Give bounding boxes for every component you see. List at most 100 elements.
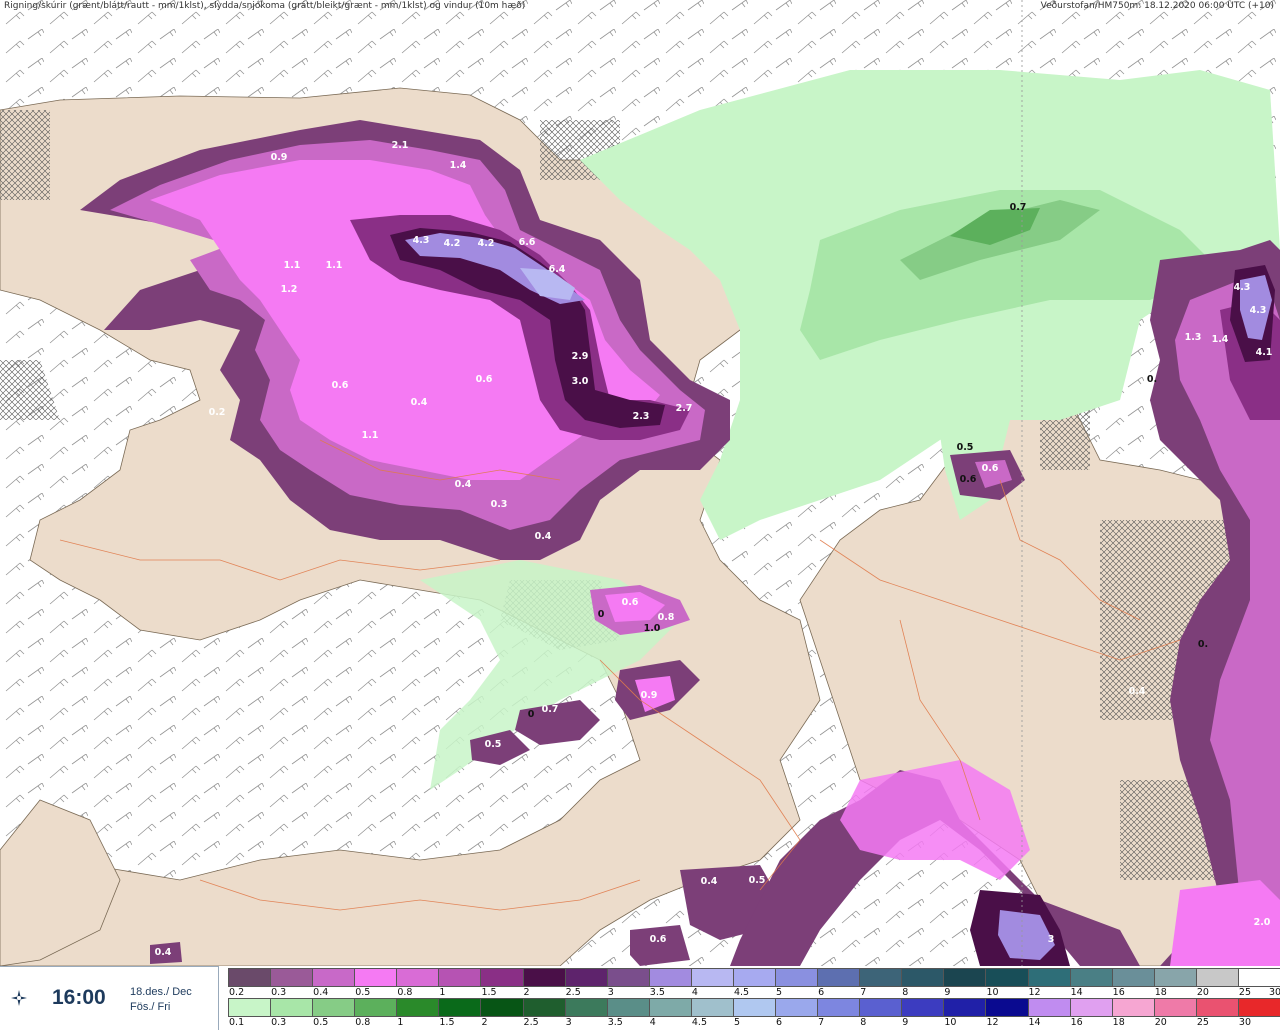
legend-swatch (648, 998, 692, 1017)
precip-value-label: 0.5 (485, 739, 502, 750)
precip-value-label: 4.3 (413, 235, 430, 246)
precip-value-label: 2.9 (572, 351, 589, 362)
compass-icon[interactable] (10, 989, 28, 1007)
legend-tick-label: 30 (1238, 1017, 1251, 1028)
legend-tick-label: 5 (733, 1017, 740, 1028)
precip-value-label: 0.5 (957, 442, 974, 453)
legend-tick-label: 3.5 (607, 1017, 623, 1028)
legend-swatch (396, 998, 440, 1017)
precip-value-label: 0.5 (749, 875, 766, 886)
precip-value-label: 4.1 (1256, 347, 1273, 358)
legend-swatch (1237, 968, 1280, 987)
legend-swatch (270, 998, 314, 1017)
legend-swatch (690, 998, 734, 1017)
time-panel: 16:00 18.des./ Dec Fös./ Fri (0, 966, 219, 1030)
legend-tick-label: 2 (523, 987, 530, 998)
precip-value-label: 0.4 (455, 479, 472, 490)
legend-swatch (522, 998, 566, 1017)
legend-tick-label: 10 (944, 1017, 957, 1028)
legend-tick-label: 0.3 (271, 1017, 287, 1028)
legend-swatch (438, 968, 482, 987)
precip-value-label: 4.3 (1234, 282, 1251, 293)
legend-swatch (564, 998, 608, 1017)
precip-value-label: 0.6 (476, 374, 493, 385)
precip-value-label: 0.6 (982, 463, 999, 474)
precip-value-label: 0.4 (411, 397, 428, 408)
legend-swatch (312, 968, 356, 987)
precip-value-label: 2.1 (392, 140, 409, 151)
legend-tick-label: 25 (1238, 987, 1251, 998)
precip-value-label: 1.4 (1212, 334, 1229, 345)
precip-value-label: 1.4 (450, 160, 467, 171)
precip-value-label: 0.7 (1010, 202, 1027, 213)
precip-value-label: 0.6 (332, 380, 349, 391)
legend-swatch (354, 968, 398, 987)
legend-swatch (648, 968, 692, 987)
precip-value-label: 1.2 (281, 284, 298, 295)
legend-swatch (985, 998, 1029, 1017)
precip-value-label: 2.0 (1254, 917, 1271, 928)
color-legend: 0.2 0.3 0.4 0.5 0.8 1 1.5 2 2.5 3 3.5 4 4.5 5 6 7 8 9 10 12… (228, 966, 1280, 1030)
legend-tick-label: 2.5 (523, 1017, 539, 1028)
legend-tick-label: 9 (902, 1017, 909, 1028)
precip-value-label: 2.3 (633, 411, 650, 422)
legend-tick-label: 6 (776, 1017, 783, 1028)
legend-swatch (775, 998, 819, 1017)
legend-tick-label: 25 (1196, 1017, 1209, 1028)
precip-value-label: 0.2 (209, 407, 226, 418)
legend-tick-label: 1.5 (439, 1017, 455, 1028)
legend-swatch (1111, 968, 1155, 987)
legend-tick-label: 4.5 (691, 1017, 707, 1028)
precip-value-label: 0.4 (155, 947, 172, 958)
precip-value-label: 6.4 (549, 264, 566, 275)
legend-tick-label: 2 (481, 1017, 488, 1028)
legend-swatch (312, 998, 356, 1017)
legend-tick-label: 14 (1028, 1017, 1041, 1028)
legend-swatch (228, 968, 272, 987)
legend-swatch (817, 968, 861, 987)
legend-swatch (480, 968, 524, 987)
legend-tick-label: 7 (860, 987, 867, 998)
legend-swatch (270, 968, 314, 987)
precip-value-label: 1.1 (362, 430, 379, 441)
precip-value-label: 6.6 (519, 237, 536, 248)
legend-tick-label: 16 (1070, 1017, 1083, 1028)
precip-value-label: 0.4 (701, 876, 718, 887)
legend-tick-label: 0.5 (313, 1017, 329, 1028)
precip-value-label: 1.1 (284, 260, 301, 271)
legend-swatch (1153, 998, 1197, 1017)
legend-tick-label: 0.8 (397, 987, 413, 998)
forecast-time: 16:00 (52, 986, 106, 1009)
precip-value-label: 0.4 (535, 531, 552, 542)
legend-tick-label: 3 (565, 1017, 572, 1028)
legend-swatch (438, 998, 482, 1017)
precip-value-label: 4.3 (1250, 305, 1267, 316)
legend-tick-label: 10 (986, 987, 999, 998)
precip-value-label: 0.4 (1129, 686, 1146, 697)
legend-swatch (985, 968, 1029, 987)
legend-tick-label: 0.4 (313, 987, 329, 998)
precip-value-label: 3.0 (572, 376, 589, 387)
legend-swatch (1027, 968, 1071, 987)
legend-tick-label: 20 (1154, 1017, 1167, 1028)
legend-tick-label: 3.5 (649, 987, 665, 998)
legend-tick-label: 6 (818, 987, 825, 998)
precip-value-label: 0 (528, 709, 535, 720)
legend-swatch (901, 968, 945, 987)
legend-swatch (1237, 998, 1280, 1017)
precip-value-label: 0.6 (650, 934, 667, 945)
legend-tick-label: 1 (397, 1017, 404, 1028)
precip-value-label: 1.0 (644, 623, 661, 634)
legend-swatch (943, 998, 987, 1017)
precip-value-label: 0. (1147, 374, 1157, 385)
legend-tick-label: 1.5 (481, 987, 497, 998)
legend-tick-label: 1 (439, 987, 446, 998)
legend-tick-label: 0.3 (271, 987, 287, 998)
legend-tick-label: 7 (818, 1017, 825, 1028)
legend-tick-label: 30 (1269, 987, 1280, 998)
legend-swatch (396, 968, 440, 987)
legend-tick-label: 18 (1112, 1017, 1125, 1028)
legend-swatch (354, 998, 398, 1017)
legend-tick-label: 3 (607, 987, 614, 998)
precip-value-label: 1.1 (326, 260, 343, 271)
